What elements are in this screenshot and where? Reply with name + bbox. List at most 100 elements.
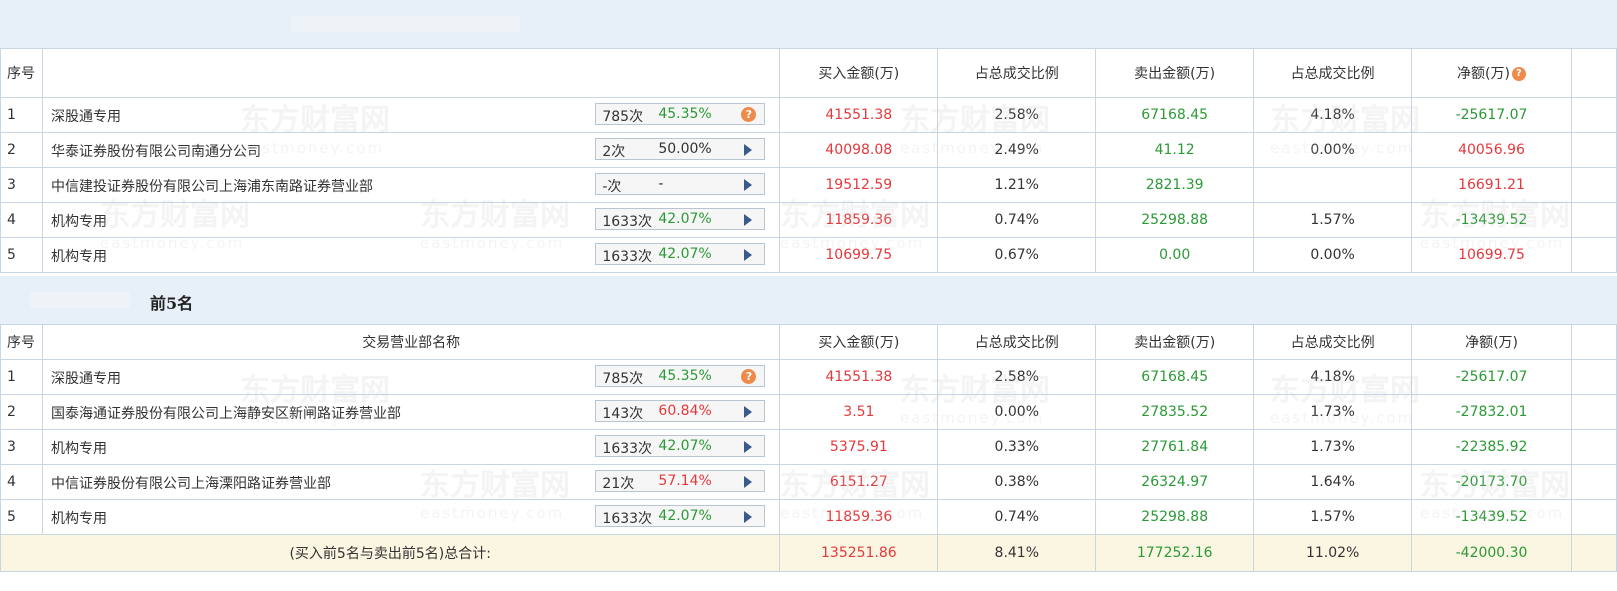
branch-name-cell: 机构专用 1633次 42.07% [41, 202, 781, 238]
branch-name[interactable]: 机构专用 [51, 211, 107, 231]
header-name-blank [41, 48, 781, 98]
buy-ratio: 2.49% [937, 132, 1097, 168]
buy-amount: 40098.08 [779, 132, 939, 168]
appearance-count: 1633次 [602, 441, 653, 457]
row-overflow [1570, 167, 1617, 203]
branch-name-cell: 深股通专用 785次 45.35%? [41, 97, 781, 133]
branch-stats-button[interactable]: 21次 57.14% [595, 470, 766, 492]
total-label: (买入前5名与卖出前5名)总合计: [0, 534, 781, 572]
section-band: 前5名 [0, 276, 1617, 325]
branch-name[interactable]: 机构专用 [51, 246, 107, 266]
header-net-amount: 净额(万) [1411, 324, 1572, 360]
play-arrow-icon[interactable] [744, 511, 753, 523]
row-index: 4 [0, 202, 43, 238]
branch-stats-button[interactable]: 785次 45.35%? [595, 103, 766, 125]
row-overflow [1571, 464, 1617, 500]
question-icon[interactable]: ? [741, 369, 757, 384]
appearance-count: 21次 [602, 476, 635, 492]
play-arrow-icon[interactable] [744, 249, 753, 261]
branch-name-cell: 机构专用 1633次 42.07% [41, 429, 781, 465]
net-amount: -25617.07 [1411, 359, 1572, 395]
net-amount: -22385.92 [1411, 429, 1572, 465]
table-row: 5 机构专用 1633次 42.07% 10699.75 0.67% 0.00 0.00% 10… [0, 237, 1617, 273]
buy-amount: 11859.36 [779, 202, 939, 238]
branch-stats-button[interactable]: 785次 45.35%? [595, 365, 766, 387]
branch-name[interactable]: 华泰证券股份有限公司南通分公司 [51, 141, 261, 161]
table-row: 5 机构专用 1633次 42.07% 11859.36 0.74% 25298.88 1.5… [0, 499, 1617, 535]
buy-ratio: 0.74% [937, 499, 1097, 535]
help-question-icon[interactable]: ? [1511, 67, 1526, 81]
table-row: 1 深股通专用 785次 45.35%? 41551.38 2.58% 67168.45 4.… [0, 359, 1617, 395]
sell-ratio [1253, 167, 1413, 203]
play-arrow-icon[interactable] [744, 214, 753, 226]
appearance-count: 143次 [602, 406, 644, 422]
row-index: 2 [0, 132, 43, 168]
buy-ratio: 0.67% [937, 237, 1097, 273]
play-arrow-icon[interactable] [744, 441, 753, 453]
sell-amount: 0.00 [1095, 237, 1255, 273]
header-buy-ratio: 占总成交比例 [937, 48, 1097, 98]
table-row: 1 深股通专用 785次 45.35%? 41551.38 2.58% 67168.45 4.… [0, 97, 1617, 133]
play-arrow-icon[interactable] [744, 179, 753, 191]
branch-name[interactable]: 中信证券股份有限公司上海溧阳路证券营业部 [51, 473, 331, 493]
net-amount: -25617.07 [1411, 97, 1572, 133]
branch-stats-button[interactable]: 1633次 42.07% [595, 243, 766, 265]
appearance-count: 785次 [602, 371, 644, 387]
branch-stats-button[interactable]: 2次 50.00% [595, 138, 766, 160]
header-buy-amount: 买入金额(万) [779, 324, 939, 360]
branch-name[interactable]: 深股通专用 [51, 368, 121, 388]
row-overflow [1570, 132, 1617, 168]
row-overflow [1570, 202, 1617, 238]
buy-ratio: 0.33% [937, 429, 1097, 465]
play-arrow-icon[interactable] [744, 144, 753, 156]
row-index: 5 [0, 237, 43, 273]
buy-amount: 10699.75 [779, 237, 939, 273]
buy-amount: 41551.38 [779, 97, 939, 133]
blurred-region [290, 16, 520, 32]
sell-amount: 41.12 [1095, 132, 1255, 168]
row-index: 3 [0, 429, 43, 465]
row-index: 2 [0, 394, 43, 430]
play-arrow-icon[interactable] [744, 476, 753, 488]
win-rate: - [658, 176, 664, 192]
table-header-row: 序号 交易营业部名称 买入金额(万) 占总成交比例 卖出金额(万) 占总成交比例… [0, 324, 1617, 360]
win-rate: 42.07% [658, 508, 712, 524]
net-amount: -20173.70 [1411, 464, 1572, 500]
appearance-count: 1633次 [602, 249, 652, 265]
net-amount: -27832.01 [1411, 394, 1572, 430]
branch-name[interactable]: 机构专用 [51, 508, 107, 528]
buy-amount: 3.51 [779, 394, 939, 430]
win-rate: 45.35% [658, 368, 712, 384]
branch-stats-button[interactable]: 143次 60.84% [595, 400, 766, 422]
sell-ratio: 1.57% [1253, 499, 1413, 535]
play-arrow-icon[interactable] [744, 406, 753, 418]
sell-amount: 67168.45 [1095, 97, 1255, 133]
branch-name-cell: 中信建投证券股份有限公司上海浦东南路证券营业部 -次 - [41, 167, 781, 203]
header-index: 序号 [0, 324, 43, 360]
branch-name[interactable]: 中信建投证券股份有限公司上海浦东南路证券营业部 [51, 176, 373, 196]
row-overflow [1571, 394, 1617, 430]
question-icon[interactable]: ? [741, 107, 757, 122]
branch-name[interactable]: 深股通专用 [51, 106, 121, 126]
row-overflow [1571, 359, 1617, 395]
header-sell-ratio: 占总成交比例 [1253, 324, 1413, 360]
branch-name[interactable]: 国泰海通证券股份有限公司上海静安区新闸路证券营业部 [51, 403, 401, 423]
row-overflow [1570, 97, 1617, 133]
sell-amount: 25298.88 [1095, 499, 1255, 535]
sell-amount: 27835.52 [1095, 394, 1255, 430]
row-index: 5 [0, 499, 43, 535]
branch-name-cell: 机构专用 1633次 42.07% [41, 499, 781, 535]
branch-stats-button[interactable]: 1633次 42.07% [595, 505, 766, 527]
branch-stats-button[interactable]: -次 - [595, 173, 766, 195]
section-title: 前5名 [150, 294, 194, 313]
sell-ratio: 0.00% [1253, 237, 1413, 273]
branch-name[interactable]: 机构专用 [51, 438, 107, 458]
branch-stats-button[interactable]: 1633次 42.07% [595, 435, 766, 457]
buy-ratio: 1.21% [937, 167, 1097, 203]
buy-top5-table: 序号 买入金额(万) 占总成交比例 卖出金额(万) 占总成交比例 净额(万)? … [0, 48, 1617, 273]
branch-stats-button[interactable]: 1633次 42.07% [595, 208, 766, 230]
sell-ratio: 0.00% [1253, 132, 1413, 168]
buy-amount: 11859.36 [779, 499, 939, 535]
sell-ratio: 1.64% [1253, 464, 1413, 500]
table-row: 2 华泰证券股份有限公司南通分公司 2次 50.00% 40098.08 2.49% 41.… [0, 132, 1617, 168]
